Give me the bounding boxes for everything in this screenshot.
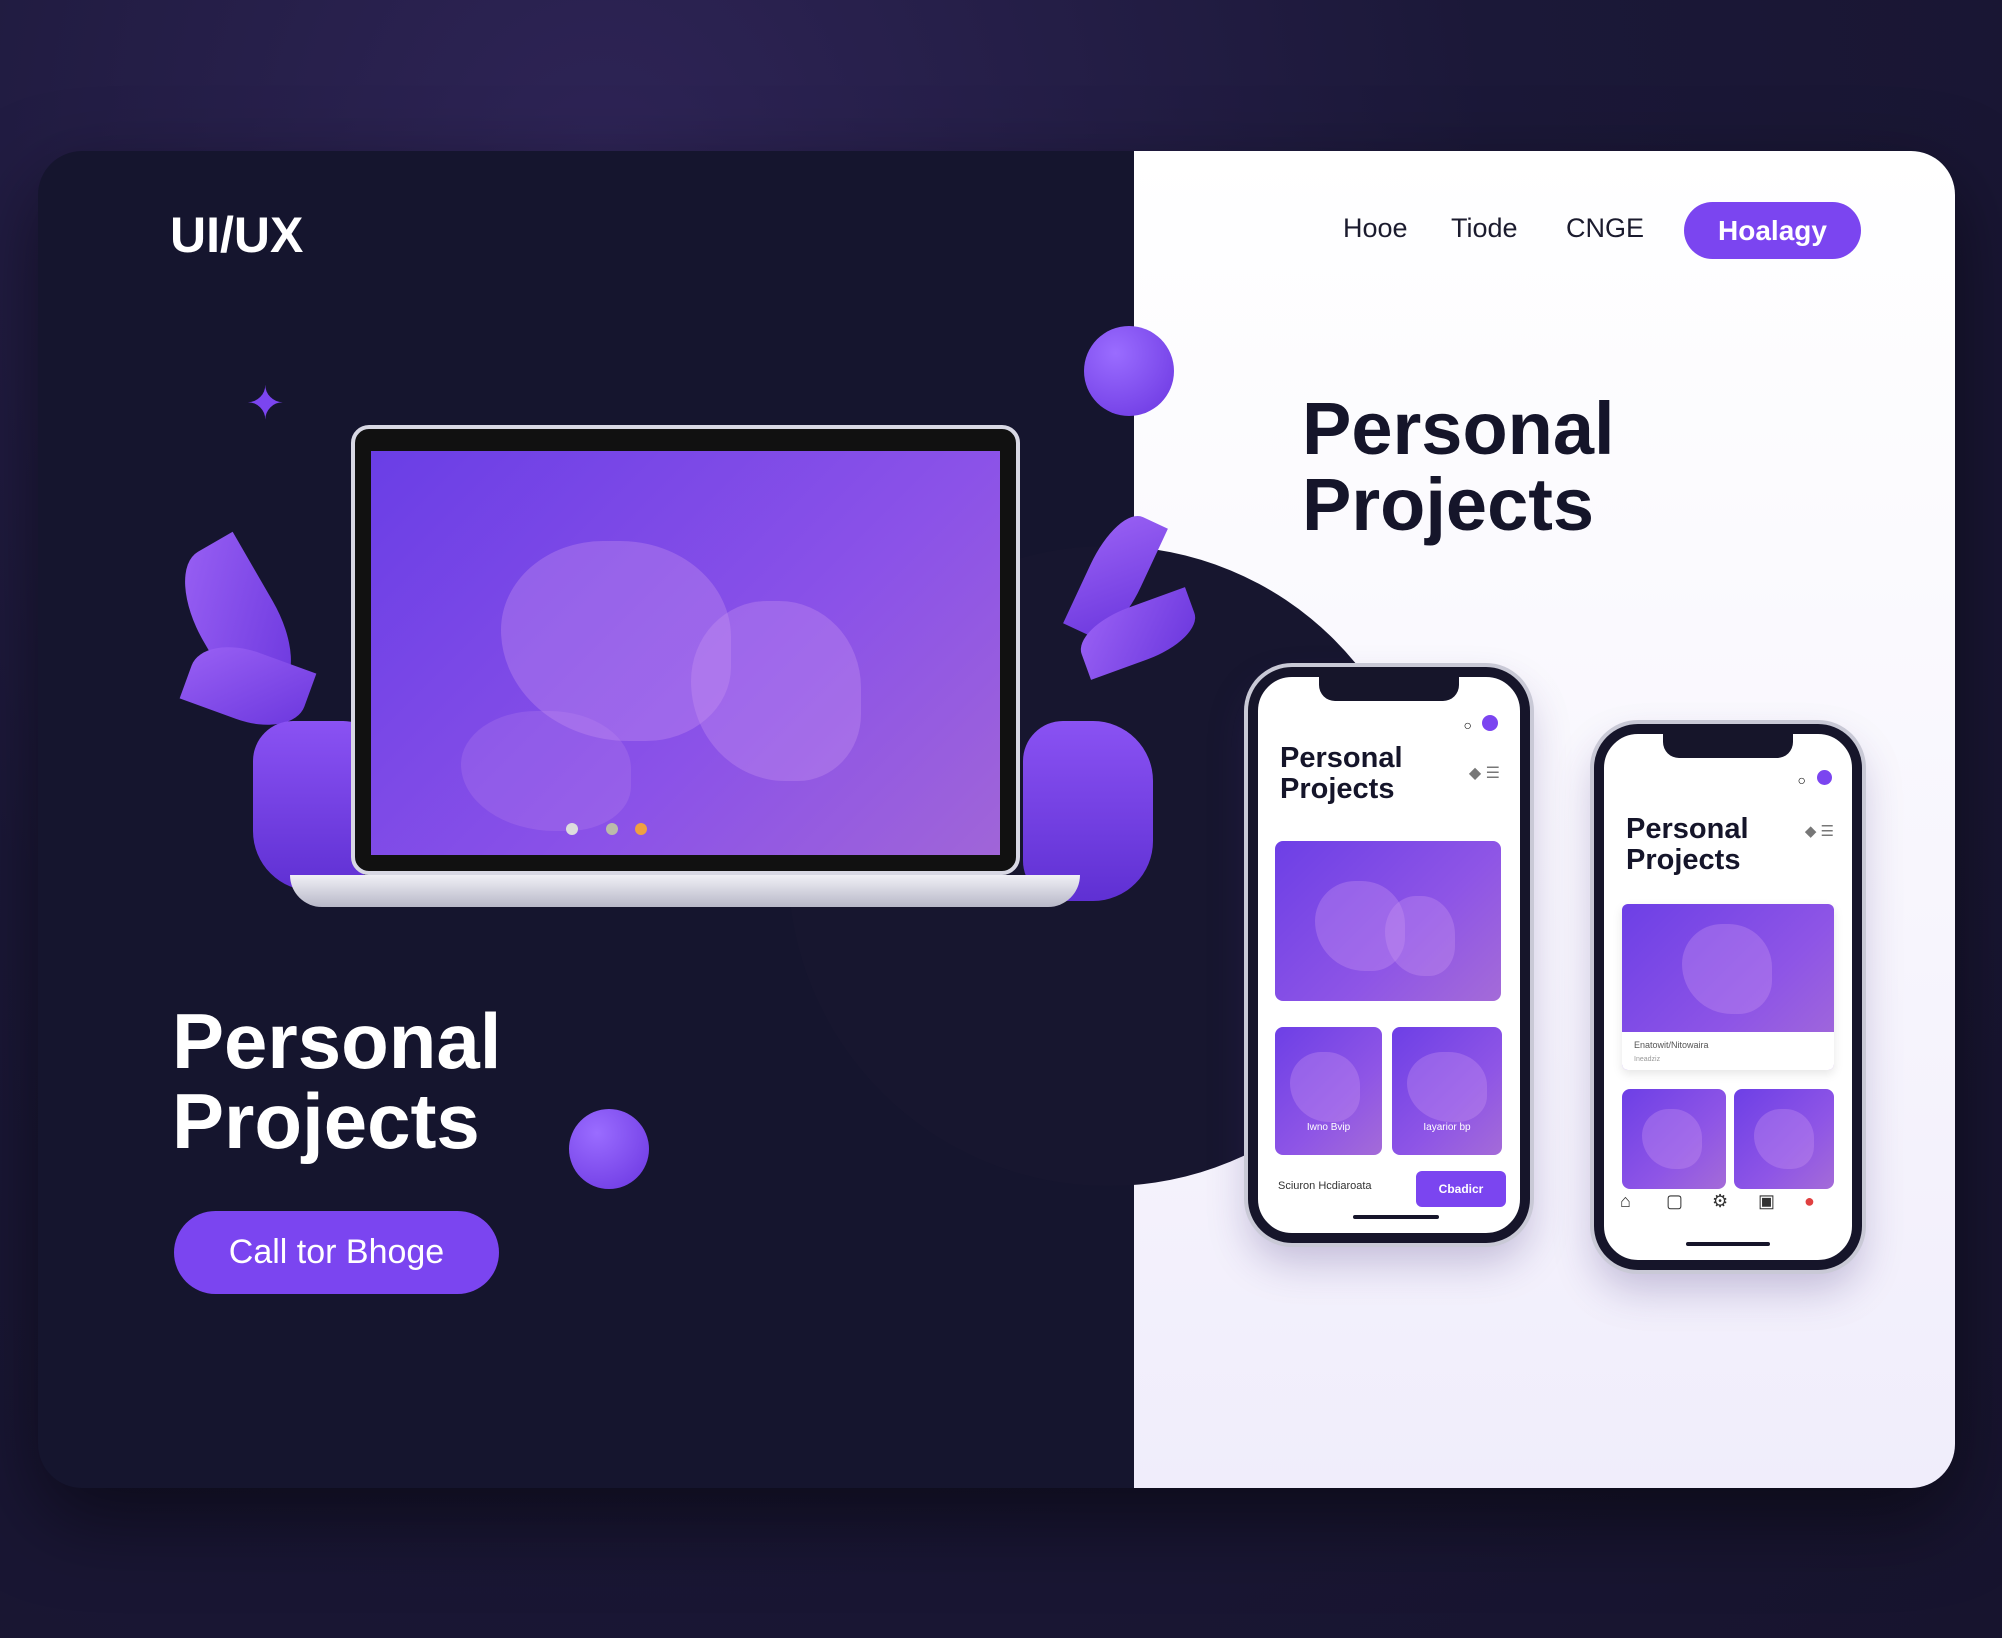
menu-icon[interactable]: ◆ ☰ (1469, 763, 1500, 783)
footer-button[interactable]: Cbadicr (1416, 1171, 1506, 1207)
featured-card[interactable]: Enatowit/Nitowaira Ineadziz (1622, 904, 1834, 1070)
title-line: Personal (1626, 813, 1749, 845)
avatar[interactable] (1482, 715, 1498, 731)
circle-icon[interactable]: ○ (1464, 717, 1472, 733)
title-line: Personal (1302, 387, 1615, 470)
page-title-right: Personal Projects (1302, 391, 1615, 543)
title-line: Projects (1280, 773, 1395, 805)
page-title-left: Personal Projects (172, 1001, 501, 1161)
cta-button[interactable]: Call tor Bhoge (174, 1211, 499, 1294)
phone-mockup-2: ○ Personal Projects ◆ ☰ Enatowit/Nitowai… (1594, 724, 1862, 1270)
phone-mockup-1: ○ Personal Projects ◆ ☰ Iwno Bvip Iayari… (1248, 667, 1530, 1243)
gear-tab-icon[interactable]: ⚙ (1712, 1191, 1728, 1212)
sparkle-icon: ✦ (246, 377, 285, 429)
notification-tab-icon[interactable]: ● (1804, 1191, 1815, 1212)
title-line: Projects (1626, 844, 1741, 876)
project-card[interactable] (1734, 1089, 1834, 1189)
project-card[interactable]: Iayarior bp (1392, 1027, 1502, 1155)
square-tab-icon[interactable]: ▢ (1666, 1191, 1683, 1212)
circle-icon[interactable]: ○ (1798, 772, 1806, 788)
title-line: Projects (172, 1077, 480, 1165)
nav-cta-button[interactable]: Hoalagy (1684, 202, 1861, 259)
decorative-ball (569, 1109, 649, 1189)
home-tab-icon[interactable]: ⌂ (1620, 1191, 1631, 1212)
card-title: Enatowit/Nitowaira (1634, 1040, 1709, 1050)
footer-text: Sciuron Hcdiaroata (1278, 1180, 1372, 1192)
project-card[interactable]: Iwno Bvip (1275, 1027, 1382, 1155)
card-caption: Iwno Bvip (1306, 1122, 1351, 1133)
title-line: Personal (172, 997, 502, 1085)
featured-image[interactable] (1275, 841, 1501, 1001)
home-indicator (1353, 1215, 1439, 1219)
laptop-base (290, 875, 1080, 907)
laptop-screen (371, 451, 1000, 855)
menu-icon[interactable]: ◆ ☰ (1805, 822, 1834, 840)
card-caption: Iayarior bp (1423, 1122, 1471, 1133)
nav-link-1[interactable]: Hooe (1343, 213, 1408, 244)
nav-link-2[interactable]: Tiode (1451, 213, 1518, 244)
carousel-dot[interactable] (606, 823, 618, 835)
decorative-ball (1084, 326, 1174, 416)
phone-title: Personal Projects (1280, 743, 1403, 805)
avatar[interactable] (1817, 770, 1832, 785)
calendar-tab-icon[interactable]: ▣ (1758, 1191, 1775, 1212)
carousel-dot[interactable] (566, 823, 578, 835)
hero-card: UI/UX Hooe Tiode CNGE Hoalagy ✦ Personal… (38, 151, 1955, 1488)
home-indicator (1686, 1242, 1770, 1246)
logo[interactable]: UI/UX (170, 206, 303, 264)
card-subtitle: Ineadziz (1634, 1056, 1661, 1063)
nav-link-3[interactable]: CNGE (1566, 213, 1644, 244)
phone-title: Personal Projects (1626, 814, 1749, 876)
title-line: Projects (1302, 463, 1595, 546)
laptop-mockup (351, 425, 1020, 875)
project-card[interactable] (1622, 1089, 1726, 1189)
title-line: Personal (1280, 742, 1403, 774)
carousel-dot-active[interactable] (635, 823, 647, 835)
